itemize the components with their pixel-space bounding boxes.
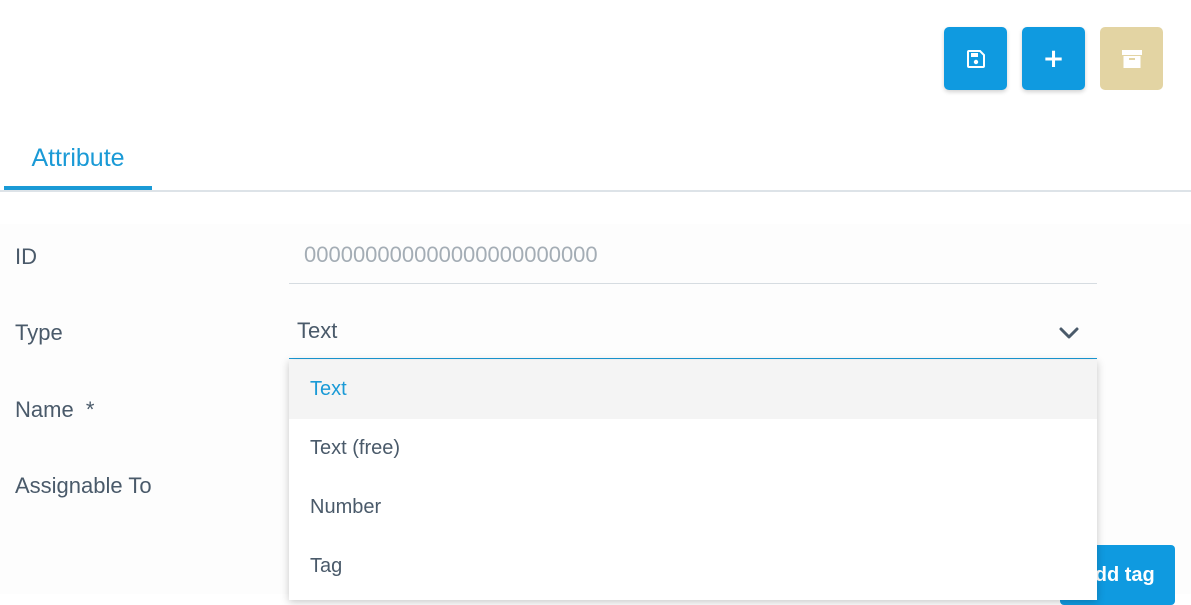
type-dropdown-menu: Text Text (free) Number Tag bbox=[289, 360, 1097, 600]
dropdown-option-text[interactable]: Text bbox=[289, 360, 1097, 419]
dropdown-option-text-free[interactable]: Text (free) bbox=[289, 419, 1097, 478]
floppy-disk-icon bbox=[966, 49, 985, 68]
attribute-form: ID 000000000000000000000000 Type Text Na… bbox=[0, 224, 1191, 605]
archive-button[interactable] bbox=[1100, 27, 1163, 90]
chevron-down-icon bbox=[1059, 327, 1079, 339]
dropdown-option-tag[interactable]: Tag bbox=[289, 537, 1097, 596]
dropdown-option-number[interactable]: Number bbox=[289, 478, 1097, 537]
id-field: 000000000000000000000000 bbox=[289, 224, 1097, 284]
save-button[interactable] bbox=[944, 27, 1007, 90]
tab-bar: Attribute bbox=[0, 120, 1191, 192]
add-button[interactable]: + bbox=[1022, 27, 1085, 90]
tab-attribute[interactable]: Attribute bbox=[4, 120, 152, 190]
type-label: Type bbox=[15, 320, 63, 345]
id-label: ID bbox=[15, 244, 37, 269]
assignable-to-label: Assignable To bbox=[15, 473, 152, 498]
archive-box-icon bbox=[1121, 49, 1142, 68]
type-select-value: Text bbox=[297, 318, 338, 343]
type-select[interactable]: Text bbox=[289, 302, 1097, 359]
plus-icon: + bbox=[1042, 43, 1065, 74]
name-label: Name * bbox=[15, 397, 95, 422]
